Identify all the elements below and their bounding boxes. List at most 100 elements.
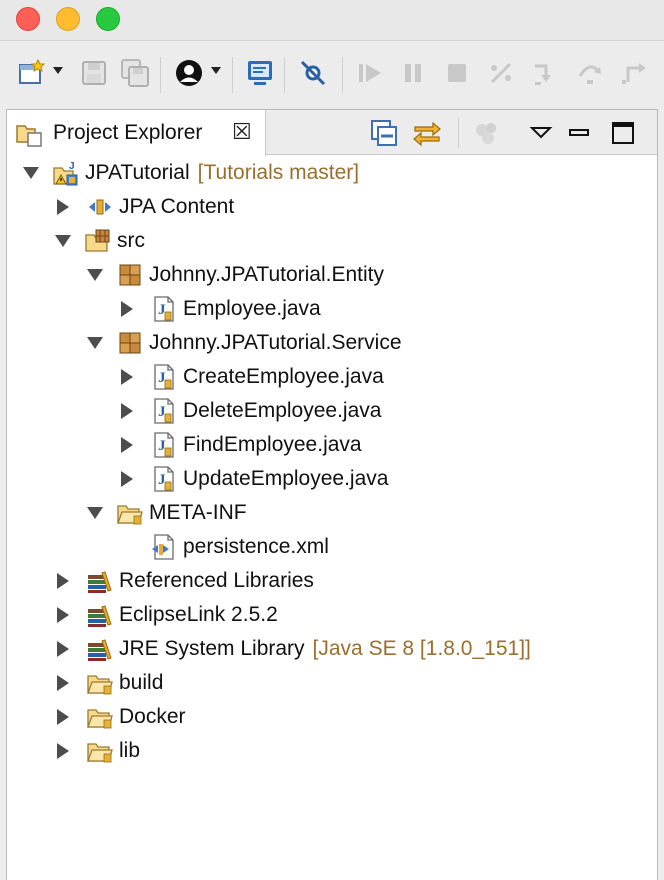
new-wizard-icon: [19, 58, 46, 84]
console-button[interactable]: [243, 57, 277, 89]
collapse-toggle-icon[interactable]: [121, 369, 133, 385]
tree-item-label: build: [119, 671, 164, 694]
collapse-toggle-icon[interactable]: [57, 641, 69, 657]
tree-item[interactable]: J Employee.java: [119, 292, 321, 326]
collapse-toggle-icon[interactable]: [57, 199, 69, 215]
tree-item[interactable]: lib: [55, 734, 140, 768]
skip-breakpoints-icon: [300, 60, 326, 86]
expand-toggle-icon[interactable]: [23, 167, 39, 179]
resume-button[interactable]: [353, 57, 387, 89]
tree-item[interactable]: Johnny.JPATutorial.Entity: [87, 258, 384, 292]
tree-item-decoration: [Java SE 8 [1.8.0_151]]: [312, 637, 531, 660]
minimize-icon: [569, 129, 589, 136]
tree-item[interactable]: Referenced Libraries: [55, 564, 314, 598]
collapse-toggle-icon[interactable]: [57, 675, 69, 691]
collapse-toggle-icon[interactable]: [121, 437, 133, 453]
folder-icon: [117, 500, 143, 526]
toolbar-separator: [284, 57, 285, 93]
tree-item[interactable]: J DeleteEmployee.java: [119, 394, 381, 428]
expand-toggle-icon[interactable]: [87, 337, 103, 349]
view-menu-button[interactable]: [524, 116, 558, 150]
java-file-icon: J: [151, 364, 177, 390]
tab-project-explorer[interactable]: Project Explorer ☒: [7, 110, 266, 156]
tree-item[interactable]: JRE System Library [Java SE 8 [1.8.0_151]…: [55, 632, 531, 666]
link-with-editor-icon: [413, 121, 441, 147]
tree-item[interactable]: JPA Content: [55, 190, 234, 224]
tree-item[interactable]: build: [55, 666, 163, 700]
expand-toggle-icon[interactable]: [55, 235, 71, 247]
expand-toggle-icon[interactable]: [87, 507, 103, 519]
collapse-all-icon: [371, 120, 397, 146]
link-with-editor-button[interactable]: [410, 116, 444, 150]
resume-icon: [359, 64, 381, 82]
tree-item[interactable]: META-INF: [87, 496, 247, 530]
tree-item[interactable]: Johnny.JPATutorial.Service: [87, 326, 402, 360]
view-menu-icon: [529, 127, 553, 139]
perspective-dropdown[interactable]: [211, 67, 221, 74]
project-explorer-view: Project Explorer ☒ J JPATutorial [Tutorial…: [6, 109, 658, 880]
skip-breakpoints-button[interactable]: [296, 57, 330, 89]
suspend-button[interactable]: [396, 57, 430, 89]
collapse-toggle-icon[interactable]: [57, 573, 69, 589]
close-tab-icon[interactable]: ☒: [232, 119, 252, 145]
tree-item[interactable]: src: [55, 224, 145, 258]
tree-item-label: META-INF: [149, 501, 247, 524]
tree-item-label: DeleteEmployee.java: [183, 399, 382, 422]
tree-item[interactable]: Docker: [55, 700, 186, 734]
folder-icon: [87, 738, 113, 764]
tab-label: Project Explorer: [53, 121, 203, 144]
save-button[interactable]: [77, 57, 111, 89]
tree-item[interactable]: J FindEmployee.java: [119, 428, 362, 462]
suspend-icon: [405, 64, 421, 82]
new-wizard-dropdown[interactable]: [53, 67, 63, 74]
xml-file-icon: [151, 534, 177, 560]
minimize-view-button[interactable]: [562, 116, 596, 150]
zoom-window-button[interactable]: [96, 7, 120, 31]
terminate-button[interactable]: [440, 57, 474, 89]
viewbar-separator: [458, 118, 459, 148]
expand-toggle-icon[interactable]: [87, 269, 103, 281]
step-return-button[interactable]: [618, 57, 652, 89]
tree-item-label: persistence.xml: [183, 535, 329, 558]
maximize-view-button[interactable]: [606, 116, 640, 150]
collapse-toggle-icon[interactable]: [57, 709, 69, 725]
close-window-button[interactable]: [16, 7, 40, 31]
svg-text:J: J: [69, 161, 75, 172]
tree-item[interactable]: EclipseLink 2.5.2: [55, 598, 278, 632]
minimize-window-button[interactable]: [56, 7, 80, 31]
package-icon: [117, 330, 143, 356]
tree-item[interactable]: J JPATutorial [Tutorials master]: [23, 156, 359, 190]
tree-item-label: Employee.java: [183, 297, 321, 320]
focus-task-icon: [476, 123, 496, 144]
library-icon: [87, 602, 113, 628]
tree-item-decoration: [Tutorials master]: [197, 161, 360, 184]
collapse-toggle-icon[interactable]: [121, 403, 133, 419]
collapse-toggle-icon[interactable]: [57, 743, 69, 759]
source-folder-icon: [85, 228, 111, 254]
tree-item[interactable]: persistence.xml: [119, 530, 329, 564]
disconnect-button[interactable]: [484, 57, 518, 89]
collapse-all-button[interactable]: [367, 116, 401, 150]
perspective-button[interactable]: [172, 57, 206, 89]
save-all-button[interactable]: [118, 57, 152, 89]
new-wizard-button[interactable]: [14, 57, 48, 89]
folder-icon: [87, 704, 113, 730]
terminate-icon: [448, 64, 466, 82]
library-icon: [87, 568, 113, 594]
focus-task-button[interactable]: [469, 116, 503, 150]
collapse-toggle-icon[interactable]: [121, 301, 133, 317]
toolbar-separator: [232, 57, 233, 93]
tree-item-label: Johnny.JPATutorial.Entity: [149, 263, 384, 286]
tree-item[interactable]: J CreateEmployee.java: [119, 360, 384, 394]
tree-item[interactable]: J UpdateEmployee.java: [119, 462, 388, 496]
step-into-button[interactable]: [528, 57, 562, 89]
disconnect-icon: [490, 62, 512, 84]
collapse-toggle-icon[interactable]: [57, 607, 69, 623]
tree-item-label: Johnny.JPATutorial.Service: [149, 331, 402, 354]
tree-item-label: JPA Content: [119, 195, 235, 218]
collapse-toggle-icon[interactable]: [121, 471, 133, 487]
save-icon: [82, 61, 106, 85]
tree-item-label: CreateEmployee.java: [183, 365, 384, 388]
step-over-button[interactable]: [573, 57, 607, 89]
step-into-icon: [535, 64, 551, 85]
